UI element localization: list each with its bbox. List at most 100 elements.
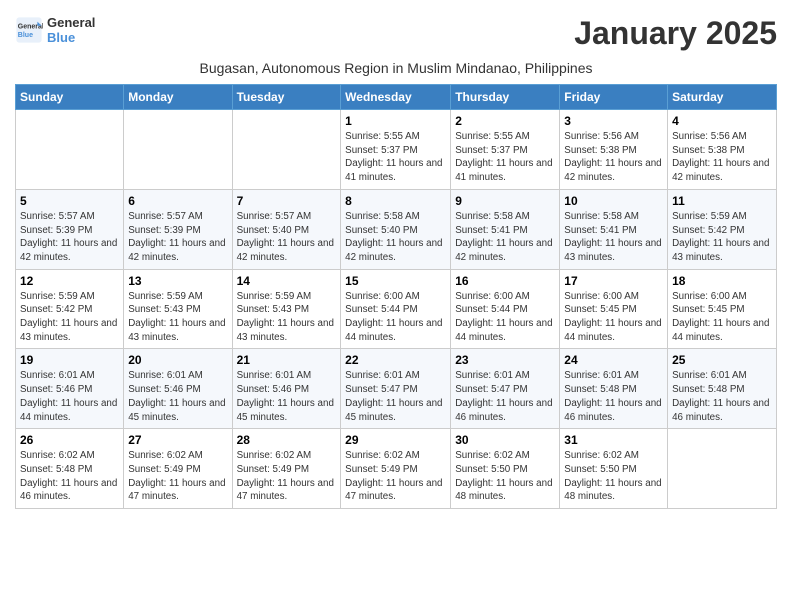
day-number: 11 — [672, 194, 772, 208]
day-info: Sunrise: 6:01 AM Sunset: 5:46 PM Dayligh… — [237, 369, 337, 424]
day-cell: 29Sunrise: 6:02 AM Sunset: 5:49 PM Dayli… — [341, 429, 451, 509]
day-number: 28 — [237, 433, 337, 447]
day-cell: 6 Sunrise: 5:57 AM Sunset: 5:39 PM Daylig… — [124, 189, 232, 269]
day-number: 1 — [345, 114, 446, 128]
day-cell: 23 Sunrise: 6:01 AM Sunset: 5:47 PM Dayli… — [451, 349, 560, 429]
day-number: 10 — [564, 194, 663, 208]
day-cell: 12 Sunrise: 5:59 AM Sunset: 5:42 PM Dayli… — [16, 269, 124, 349]
day-cell: 22 Sunrise: 6:01 AM Sunset: 5:47 PM Dayli… — [341, 349, 451, 429]
day-info: Sunrise: 6:00 AM Sunset: 5:45 PM Dayligh… — [564, 290, 663, 345]
day-info: Sunrise: 6:01 AM Sunset: 5:48 PM Dayligh… — [672, 369, 772, 424]
day-number: 12 — [20, 274, 119, 288]
header-wednesday: Wednesday — [341, 85, 451, 110]
week-row-2: 5 Sunrise: 5:57 AM Sunset: 5:39 PM Daylig… — [16, 189, 777, 269]
day-number: 19 — [20, 353, 119, 367]
day-number: 21 — [237, 353, 337, 367]
day-cell: 3 Sunrise: 5:56 AM Sunset: 5:38 PM Daylig… — [560, 110, 668, 190]
day-number: 27 — [128, 433, 227, 447]
day-info: Sunrise: 6:00 AM Sunset: 5:44 PM Dayligh… — [345, 290, 446, 345]
day-cell: 20 Sunrise: 6:01 AM Sunset: 5:46 PM Dayli… — [124, 349, 232, 429]
day-info: Sunrise: 5:59 AM Sunset: 5:43 PM Dayligh… — [237, 290, 337, 345]
day-cell: 5Sunrise: 5:57 AM Sunset: 5:39 PM Daylig… — [16, 189, 124, 269]
day-number: 13 — [128, 274, 227, 288]
day-cell: 7 Sunrise: 5:57 AM Sunset: 5:40 PM Daylig… — [232, 189, 341, 269]
day-number: 18 — [672, 274, 772, 288]
header-tuesday: Tuesday — [232, 85, 341, 110]
svg-text:Blue: Blue — [18, 32, 33, 39]
day-info: Sunrise: 5:58 AM Sunset: 5:41 PM Dayligh… — [564, 210, 663, 265]
day-number: 22 — [345, 353, 446, 367]
day-number: 8 — [345, 194, 446, 208]
day-info: Sunrise: 5:57 AM Sunset: 5:39 PM Dayligh… — [128, 210, 227, 265]
day-info: Sunrise: 5:58 AM Sunset: 5:41 PM Dayligh… — [455, 210, 555, 265]
day-info: Sunrise: 5:55 AM Sunset: 5:37 PM Dayligh… — [345, 130, 446, 185]
day-number: 5 — [20, 194, 119, 208]
day-info: Sunrise: 5:59 AM Sunset: 5:42 PM Dayligh… — [672, 210, 772, 265]
week-row-5: 26 Sunrise: 6:02 AM Sunset: 5:48 PM Dayli… — [16, 429, 777, 509]
day-number: 4 — [672, 114, 772, 128]
day-cell: 31 Sunrise: 6:02 AM Sunset: 5:50 PM Dayli… — [560, 429, 668, 509]
day-cell — [16, 110, 124, 190]
calendar-table: SundayMondayTuesdayWednesdayThursdayFrid… — [15, 84, 777, 509]
day-number: 31 — [564, 433, 663, 447]
day-cell: 14Sunrise: 5:59 AM Sunset: 5:43 PM Dayli… — [232, 269, 341, 349]
day-number: 29 — [345, 433, 446, 447]
day-info: Sunrise: 6:01 AM Sunset: 5:48 PM Dayligh… — [564, 369, 663, 424]
day-cell: 10 Sunrise: 5:58 AM Sunset: 5:41 PM Dayli… — [560, 189, 668, 269]
day-number: 23 — [455, 353, 555, 367]
calendar-subtitle: Bugasan, Autonomous Region in Muslim Min… — [15, 60, 777, 76]
day-info: Sunrise: 6:02 AM Sunset: 5:50 PM Dayligh… — [564, 449, 663, 504]
day-number: 20 — [128, 353, 227, 367]
day-info: Sunrise: 6:00 AM Sunset: 5:44 PM Dayligh… — [455, 290, 555, 345]
day-cell: 24 Sunrise: 6:01 AM Sunset: 5:48 PM Dayli… — [560, 349, 668, 429]
day-number: 6 — [128, 194, 227, 208]
day-info: Sunrise: 5:59 AM Sunset: 5:43 PM Dayligh… — [128, 290, 227, 345]
day-cell: 15 Sunrise: 6:00 AM Sunset: 5:44 PM Dayli… — [341, 269, 451, 349]
day-cell — [668, 429, 777, 509]
day-number: 9 — [455, 194, 555, 208]
day-cell: 9 Sunrise: 5:58 AM Sunset: 5:41 PM Daylig… — [451, 189, 560, 269]
day-cell: 30Sunrise: 6:02 AM Sunset: 5:50 PM Dayli… — [451, 429, 560, 509]
day-info: Sunrise: 5:57 AM Sunset: 5:40 PM Dayligh… — [237, 210, 337, 265]
day-cell: 4Sunrise: 5:56 AM Sunset: 5:38 PM Daylig… — [668, 110, 777, 190]
day-number: 16 — [455, 274, 555, 288]
day-info: Sunrise: 6:02 AM Sunset: 5:49 PM Dayligh… — [128, 449, 227, 504]
day-cell: 16 Sunrise: 6:00 AM Sunset: 5:44 PM Dayli… — [451, 269, 560, 349]
header-monday: Monday — [124, 85, 232, 110]
day-cell — [124, 110, 232, 190]
day-number: 15 — [345, 274, 446, 288]
header-saturday: Saturday — [668, 85, 777, 110]
day-info: Sunrise: 6:01 AM Sunset: 5:46 PM Dayligh… — [20, 369, 119, 424]
day-info: Sunrise: 5:59 AM Sunset: 5:42 PM Dayligh… — [20, 290, 119, 345]
day-info: Sunrise: 6:00 AM Sunset: 5:45 PM Dayligh… — [672, 290, 772, 345]
day-cell: 25 Sunrise: 6:01 AM Sunset: 5:48 PM Dayli… — [668, 349, 777, 429]
week-row-3: 12 Sunrise: 5:59 AM Sunset: 5:42 PM Dayli… — [16, 269, 777, 349]
calendar-header-row: SundayMondayTuesdayWednesdayThursdayFrid… — [16, 85, 777, 110]
day-number: 17 — [564, 274, 663, 288]
day-number: 26 — [20, 433, 119, 447]
logo-icon: General Blue — [15, 16, 43, 44]
logo: General Blue General Blue — [15, 15, 95, 45]
day-number: 25 — [672, 353, 772, 367]
day-number: 24 — [564, 353, 663, 367]
day-cell: 8Sunrise: 5:58 AM Sunset: 5:40 PM Daylig… — [341, 189, 451, 269]
day-number: 3 — [564, 114, 663, 128]
header-friday: Friday — [560, 85, 668, 110]
week-row-1: 1 Sunrise: 5:55 AM Sunset: 5:37 PM Daylig… — [16, 110, 777, 190]
day-info: Sunrise: 6:01 AM Sunset: 5:47 PM Dayligh… — [455, 369, 555, 424]
day-cell: 17 Sunrise: 6:00 AM Sunset: 5:45 PM Dayli… — [560, 269, 668, 349]
day-cell: 13 Sunrise: 5:59 AM Sunset: 5:43 PM Dayli… — [124, 269, 232, 349]
day-info: Sunrise: 6:01 AM Sunset: 5:47 PM Dayligh… — [345, 369, 446, 424]
day-info: Sunrise: 6:02 AM Sunset: 5:48 PM Dayligh… — [20, 449, 119, 504]
day-cell — [232, 110, 341, 190]
day-info: Sunrise: 5:56 AM Sunset: 5:38 PM Dayligh… — [564, 130, 663, 185]
logo-blue: Blue — [47, 30, 95, 45]
day-cell: 27 Sunrise: 6:02 AM Sunset: 5:49 PM Dayli… — [124, 429, 232, 509]
day-info: Sunrise: 6:01 AM Sunset: 5:46 PM Dayligh… — [128, 369, 227, 424]
day-cell: 18 Sunrise: 6:00 AM Sunset: 5:45 PM Dayli… — [668, 269, 777, 349]
day-cell: 19 Sunrise: 6:01 AM Sunset: 5:46 PM Dayli… — [16, 349, 124, 429]
header-thursday: Thursday — [451, 85, 560, 110]
day-info: Sunrise: 6:02 AM Sunset: 5:49 PM Dayligh… — [237, 449, 337, 504]
day-number: 7 — [237, 194, 337, 208]
logo-general: General — [47, 15, 95, 30]
